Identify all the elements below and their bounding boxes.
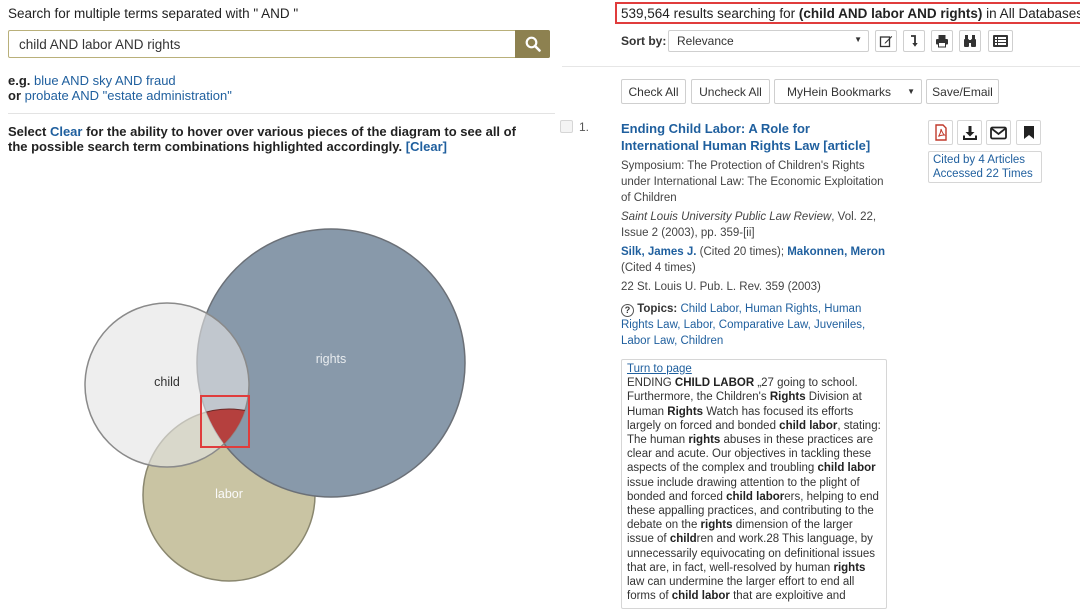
bookmarks-label: MyHein Bookmarks (787, 84, 892, 99)
result-authors: Silk, James J. (Cited 20 times); Makonne… (621, 244, 896, 276)
print-icon (936, 35, 948, 48)
uncheck-all-button[interactable]: Uncheck All (691, 79, 770, 104)
edit-icon (879, 36, 893, 48)
binoculars-icon (964, 35, 976, 47)
citation-stats[interactable]: Cited by 4 Articles Accessed 22 Times (928, 151, 1042, 183)
venn-search-panel: Search for multiple terms separated with… (0, 0, 560, 601)
sort-direction-icon (911, 35, 918, 47)
topics-label: Topics: (637, 303, 678, 315)
venn-diagram[interactable]: child rights labor (0, 180, 560, 601)
journal-name: Saint Louis University Public Law Review (621, 211, 832, 223)
snippet-text: ENDING CHILD LABOR „27 going to school. … (627, 377, 881, 603)
search-term-highlight: child labor (726, 490, 785, 503)
search-term-highlight: CHILD LABOR (674, 377, 755, 390)
search-button[interactable] (515, 30, 550, 58)
search-icon (525, 36, 541, 52)
text-snippet: Turn to page ENDING CHILD LABOR „27 goin… (621, 359, 887, 609)
sort-direction-button[interactable] (903, 30, 925, 52)
author-cited-count: (Cited 4 times) (621, 262, 696, 274)
short-citation: 22 St. Louis U. Pub. L. Rev. 359 (2003) (621, 281, 821, 293)
example-prefix: e.g. (8, 73, 31, 88)
binoculars-button[interactable] (959, 30, 981, 52)
sort-selected-value: Relevance (677, 34, 734, 48)
search-term-highlight: child (669, 533, 697, 546)
results-summary-text: results searching for (673, 6, 796, 21)
search-term-highlight: Rights (667, 405, 704, 418)
download-button[interactable] (957, 120, 982, 145)
result-checkbox[interactable] (560, 120, 573, 133)
instructions-text: Select (8, 124, 47, 139)
search-box (8, 30, 550, 58)
sort-label: Sort by: (621, 34, 667, 48)
results-summary: 539,564 results searching for (child AND… (615, 2, 1080, 24)
bookmark-icon (1023, 126, 1034, 139)
result-citation: Saint Louis University Public Law Review… (621, 209, 896, 241)
caret-down-icon: ▼ (854, 35, 862, 44)
help-icon[interactable]: ? (621, 304, 634, 317)
venn-label-child: child (154, 375, 180, 389)
venn-instructions: Select Clear for the ability to hover ov… (8, 124, 538, 154)
venn-label-labor: labor (215, 487, 243, 501)
search-term-highlight: child labor (671, 590, 730, 603)
search-term-highlight: Rights (769, 391, 806, 404)
search-input[interactable] (9, 31, 509, 57)
results-database: in All Databases. (986, 6, 1080, 21)
accessed-count: Accessed 22 Times (933, 168, 1033, 180)
search-term-highlight: child labor (779, 419, 838, 432)
results-count: 539,564 (621, 6, 670, 21)
result-details: Symposium: The Protection of Children's … (621, 158, 896, 352)
example-link-1[interactable]: blue AND sky AND fraud (34, 73, 176, 88)
example-link-2[interactable]: probate AND "estate administration" (25, 88, 232, 103)
search-label: Search for multiple terms separated with… (8, 6, 299, 21)
edit-button[interactable] (875, 30, 897, 52)
search-term-highlight: rights (833, 561, 866, 574)
venn-label-rights: rights (316, 352, 347, 366)
caret-down-icon: ▼ (907, 87, 915, 96)
result-topics: ? Topics: Child Labor, Human Rights, Hum… (621, 301, 896, 349)
search-term-highlight: rights (688, 434, 721, 447)
cited-by-count[interactable]: Cited by 4 Articles (933, 153, 1037, 167)
divider (8, 113, 555, 114)
results-query: (child AND labor AND rights) (798, 6, 983, 21)
bookmark-button[interactable] (1016, 120, 1041, 145)
pdf-button[interactable] (928, 120, 953, 145)
search-term-highlight: rights (700, 519, 733, 532)
list-view-icon (993, 35, 1008, 47)
author-link-1[interactable]: Silk, James J. (621, 246, 696, 258)
email-button[interactable] (986, 120, 1011, 145)
bookmarks-select[interactable]: MyHein Bookmarks ▼ (774, 79, 922, 104)
email-icon (990, 126, 1007, 139)
search-examples: e.g. blue AND sky AND fraud or probate A… (8, 73, 232, 103)
print-button[interactable] (931, 30, 953, 52)
example-prefix: or (8, 88, 21, 103)
result-title-link[interactable]: Ending Child Labor: A Role for Internati… (621, 120, 881, 154)
search-term-highlight: child labor (817, 462, 876, 475)
save-email-button[interactable]: Save/Email (926, 79, 999, 104)
clear-keyword: Clear (49, 124, 83, 139)
result-number: 1. (579, 120, 590, 134)
results-panel: 539,564 results searching for (child AND… (560, 0, 1080, 609)
turn-to-page-link[interactable]: Turn to page (627, 362, 881, 376)
sort-select[interactable]: Relevance ▼ (668, 30, 869, 52)
result-subtitle: Symposium: The Protection of Children's … (621, 160, 884, 204)
author-cited-count: (Cited 20 times); (699, 246, 785, 258)
author-link-2[interactable]: Makonnen, Meron (787, 246, 885, 258)
download-icon (962, 125, 977, 140)
list-view-button[interactable] (988, 30, 1013, 52)
clear-link[interactable]: [Clear] (406, 139, 447, 154)
check-all-button[interactable]: Check All (621, 79, 686, 104)
pdf-icon (934, 124, 947, 141)
divider (562, 66, 1080, 67)
